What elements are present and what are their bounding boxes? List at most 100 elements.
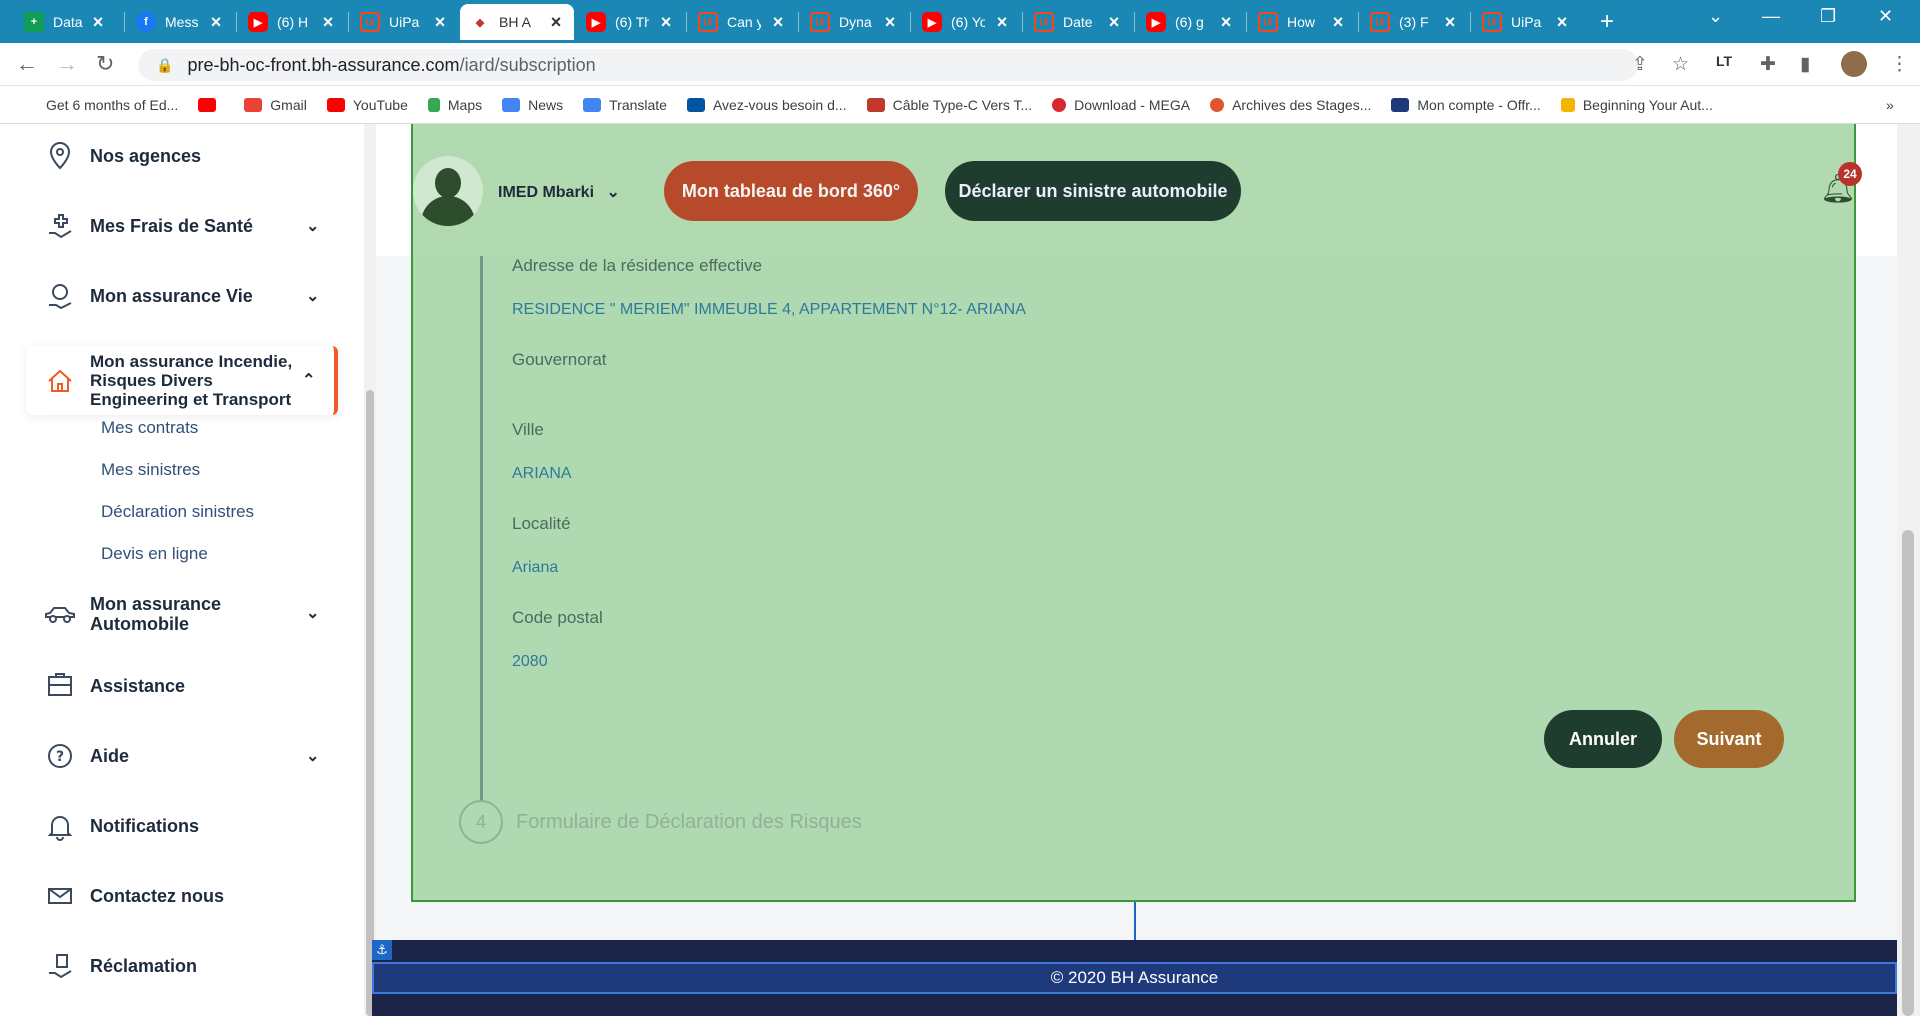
bookmark-item[interactable]: Gmail <box>244 97 307 113</box>
sidebar-item-incendie[interactable]: Mon assurance Incendie, Risques Divers E… <box>26 346 338 415</box>
browser-tab[interactable]: Ui UiPa × <box>1472 4 1580 40</box>
field-value-code-postal: 2080 <box>512 653 548 670</box>
sidebar-item-agences[interactable]: Nos agences <box>0 140 340 172</box>
tab-search-icon[interactable]: ⌄ <box>1708 6 1723 27</box>
close-tab-icon[interactable]: × <box>548 12 564 33</box>
close-tab-icon[interactable]: × <box>994 12 1010 33</box>
youtube-icon <box>198 97 217 112</box>
bookmark-item[interactable]: Avez-vous besoin d... <box>686 97 847 113</box>
bookmark-item[interactable]: Câble Type-C Vers T... <box>866 97 1032 113</box>
browser-tab[interactable]: ▶ (6) Th × <box>576 4 684 40</box>
close-tab-icon[interactable]: × <box>1330 12 1346 33</box>
page-scroll-thumb[interactable] <box>1902 530 1914 1016</box>
uipath-icon: Ui <box>1482 12 1502 32</box>
close-window-icon[interactable]: ✕ <box>1878 6 1893 27</box>
close-tab-icon[interactable]: × <box>1218 12 1234 33</box>
contact-icon <box>44 880 76 912</box>
sidebar-item-notifications[interactable]: Notifications <box>0 810 340 842</box>
side-panel-icon[interactable]: ▮ <box>1800 53 1810 76</box>
anchor-icon: ⚓︎ <box>372 940 392 960</box>
close-tab-icon[interactable]: × <box>90 12 106 33</box>
sidebar-item-assistance[interactable]: Assistance <box>0 670 340 702</box>
bookmark-item[interactable]: Mon compte - Offr... <box>1391 97 1541 113</box>
bell-icon <box>44 810 76 842</box>
bookmark-item[interactable]: News <box>502 97 563 113</box>
more-bookmarks-icon[interactable]: » <box>1886 97 1894 113</box>
submenu-devis-en-ligne[interactable]: Devis en ligne <box>101 544 208 564</box>
browser-tab[interactable]: Ui How × <box>1248 4 1356 40</box>
browser-tab[interactable]: Ui (3) F × <box>1360 4 1468 40</box>
reload-icon[interactable]: ↻ <box>96 51 114 77</box>
bookmark-star-icon[interactable]: ☆ <box>1672 53 1689 76</box>
browser-tab[interactable]: Ui Date × <box>1024 4 1132 40</box>
browser-tab[interactable]: ▶ (6) H × <box>238 4 346 40</box>
languagetool-icon[interactable]: LT <box>1716 53 1732 69</box>
footer-copyright: © 2020 BH Assurance <box>372 962 1897 994</box>
forward-icon[interactable]: → <box>56 51 78 77</box>
sidebar-item-assurance-vie[interactable]: Mon assurance Vie ⌄ <box>0 280 340 312</box>
browser-tab[interactable]: Ui UiPa × <box>350 4 458 40</box>
chevron-down-icon: ⌄ <box>306 748 320 765</box>
youtube-icon: ▶ <box>1146 12 1166 32</box>
address-bar[interactable]: 🔒 pre-bh-oc-front.bh-assurance.com/iard/… <box>138 49 1638 81</box>
extensions-icon[interactable]: ✚ <box>1760 53 1776 76</box>
profile-avatar[interactable] <box>1841 51 1867 77</box>
highlight-overlay <box>411 124 1856 902</box>
browser-tab-active[interactable]: ◆ BH A × <box>460 4 574 40</box>
bookmark-item[interactable]: Maps <box>427 97 482 113</box>
close-tab-icon[interactable]: × <box>320 12 336 33</box>
new-tab-icon[interactable]: + <box>1600 8 1614 36</box>
sidebar: Nos agences Mes Frais de Santé ⌄ Mon ass… <box>0 124 360 1016</box>
bookmark-item[interactable] <box>198 97 224 112</box>
sidebar-scroll-thumb[interactable] <box>366 390 374 1016</box>
browser-tab[interactable]: + Data × <box>14 4 116 40</box>
sidebar-item-contact[interactable]: Contactez nous <box>0 880 340 912</box>
close-tab-icon[interactable]: × <box>882 12 898 33</box>
close-tab-icon[interactable]: × <box>658 12 674 33</box>
close-tab-icon[interactable]: × <box>432 12 448 33</box>
submenu-declaration-sinistres[interactable]: Déclaration sinistres <box>101 502 254 522</box>
sidebar-item-frais-sante[interactable]: Mes Frais de Santé ⌄ <box>0 210 340 242</box>
bookmark-item[interactable]: Download - MEGA <box>1052 97 1190 113</box>
bookmark-item[interactable]: YouTube <box>326 97 408 113</box>
user-avatar[interactable] <box>413 156 483 226</box>
browser-tab[interactable]: ▶ (6) g × <box>1136 4 1244 40</box>
share-icon[interactable]: ⇪ <box>1632 53 1648 76</box>
lock-icon: 🔒 <box>156 56 174 73</box>
close-tab-icon[interactable]: × <box>1442 12 1458 33</box>
bookmark-item[interactable]: Get 6 months of Ed... <box>46 97 178 113</box>
bookmark-item[interactable]: Beginning Your Aut... <box>1560 97 1713 113</box>
submenu-mes-contrats[interactable]: Mes contrats <box>101 418 198 438</box>
restore-icon[interactable]: ❐ <box>1820 6 1836 27</box>
bookmarks-bar: Get 6 months of Ed... Gmail YouTube Maps… <box>0 86 1920 124</box>
dashboard-360-button[interactable]: Mon tableau de bord 360° <box>664 161 918 221</box>
close-tab-icon[interactable]: × <box>1106 12 1122 33</box>
back-icon[interactable]: ← <box>16 51 38 77</box>
user-menu[interactable]: IMED Mbarki ⌄ <box>498 182 620 202</box>
browser-tab[interactable]: ▶ (6) Yo × <box>912 4 1020 40</box>
submenu-mes-sinistres[interactable]: Mes sinistres <box>101 460 200 480</box>
declare-claim-button[interactable]: Déclarer un sinistre automobile <box>945 161 1241 221</box>
help-icon: ? <box>44 740 76 772</box>
oe-icon <box>1391 97 1410 112</box>
browser-tab[interactable]: Ui Can y × <box>688 4 796 40</box>
browser-menu-icon[interactable]: ⋮ <box>1890 53 1909 76</box>
browser-tab-strip: + Data × f Mess × ▶ (6) H × Ui UiPa × ◆ … <box>0 0 1920 43</box>
close-tab-icon[interactable]: × <box>208 12 224 33</box>
field-label-adresse: Adresse de la résidence effective <box>512 256 763 275</box>
close-tab-icon[interactable]: × <box>770 12 786 33</box>
bookmark-item[interactable]: Translate <box>583 97 667 113</box>
browser-tab[interactable]: f Mess × <box>126 4 234 40</box>
cancel-button[interactable]: Annuler <box>1544 710 1662 768</box>
browser-tab[interactable]: Ui Dyna × <box>800 4 908 40</box>
location-pin-icon <box>44 140 76 172</box>
next-button[interactable]: Suivant <box>1674 710 1784 768</box>
sidebar-item-aide[interactable]: ? Aide ⌄ <box>0 740 340 772</box>
minimize-icon[interactable]: — <box>1762 6 1780 27</box>
field-value-ville: ARIANA <box>512 465 572 482</box>
bookmark-item[interactable]: Archives des Stages... <box>1210 97 1371 113</box>
sidebar-item-reclamation[interactable]: Réclamation <box>0 950 340 982</box>
chevron-down-icon: ⌄ <box>306 218 320 235</box>
sidebar-item-automobile[interactable]: Mon assurance Automobile ⌄ <box>0 594 340 634</box>
close-tab-icon[interactable]: × <box>1554 12 1570 33</box>
